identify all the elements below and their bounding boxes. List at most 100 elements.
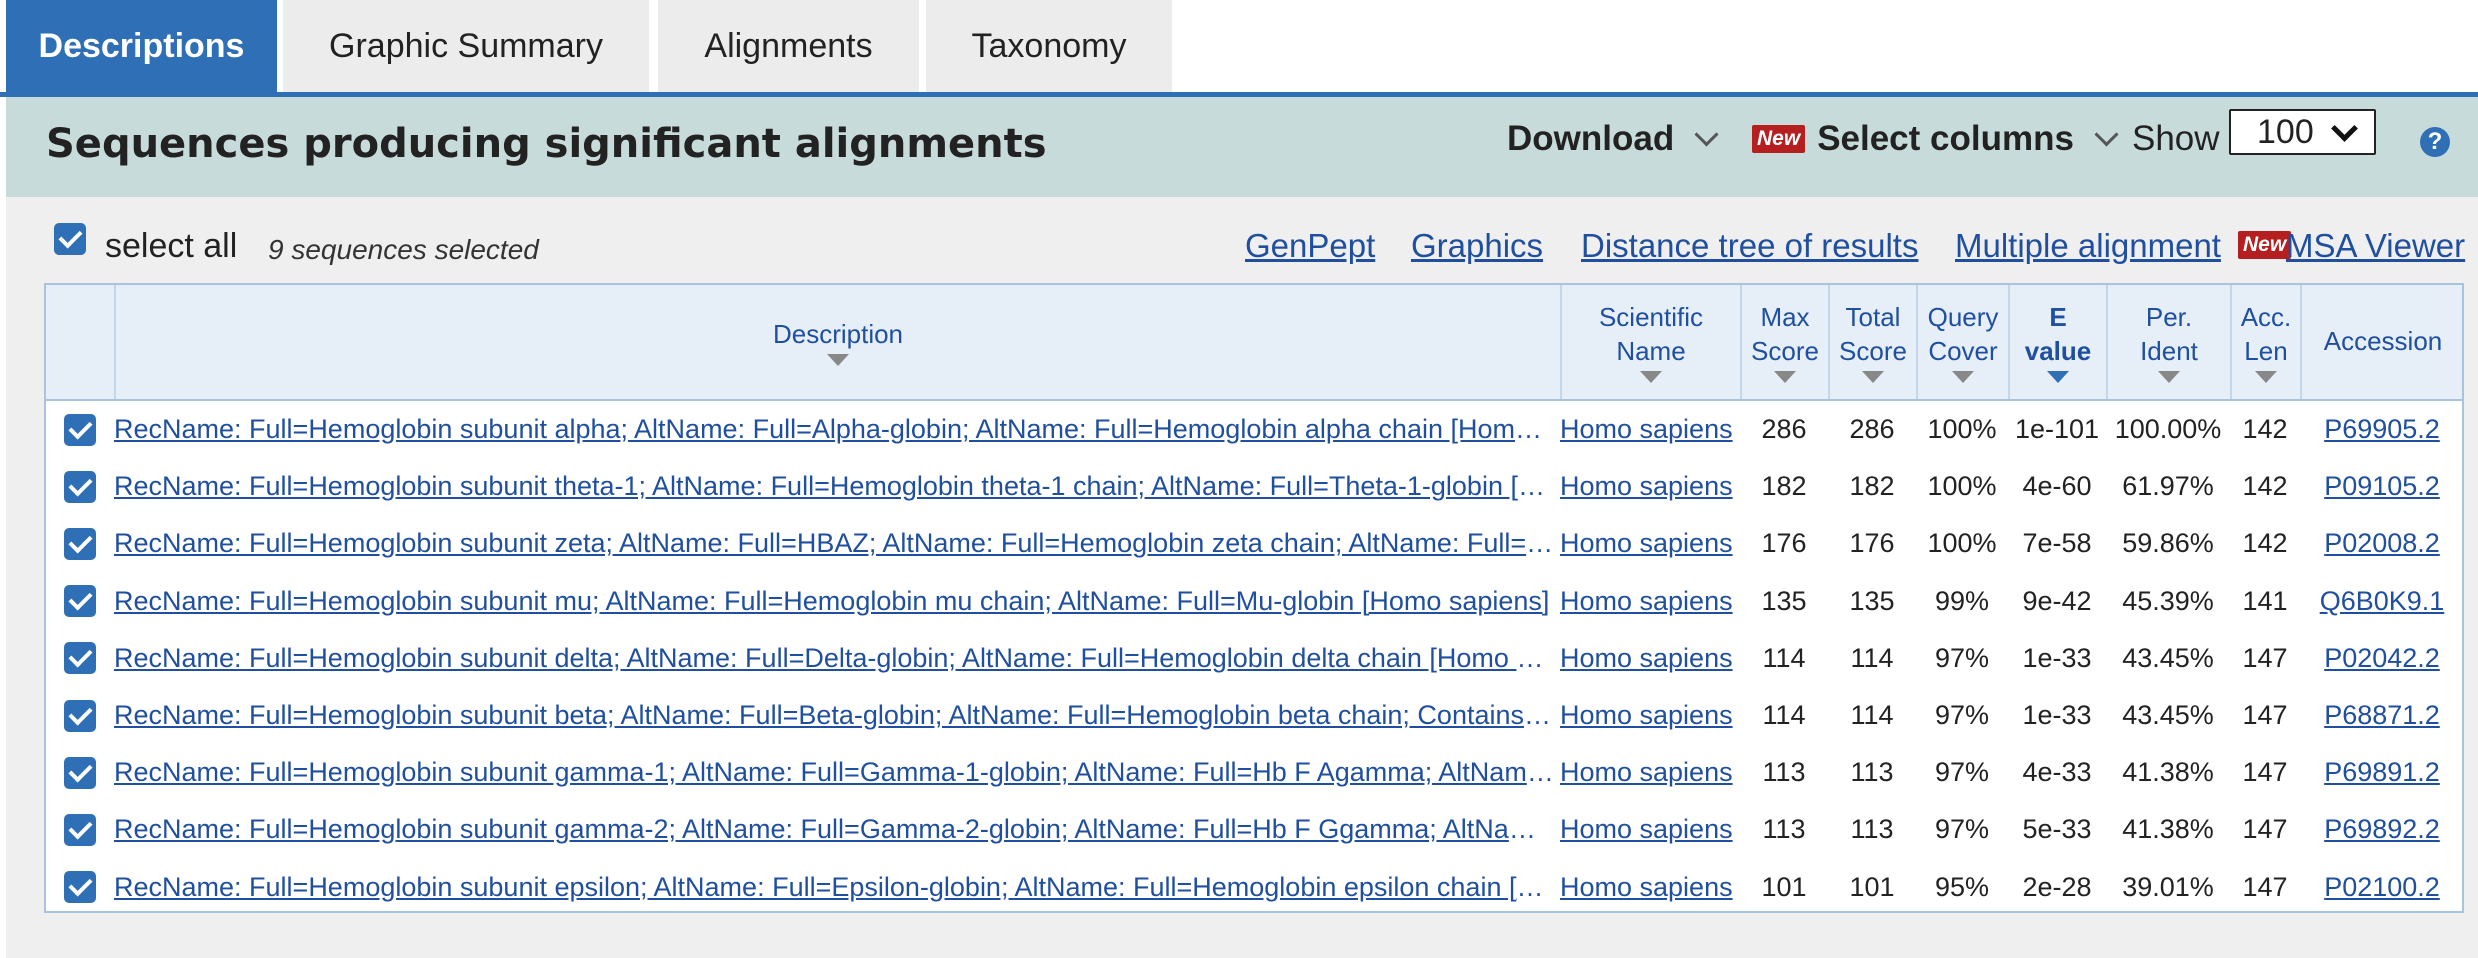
distance-tree-link[interactable]: Distance tree of results	[1581, 227, 1918, 265]
graphics-link[interactable]: Graphics	[1411, 227, 1543, 265]
row-select-cell	[46, 687, 114, 744]
max-score-cell: 286	[1761, 414, 1807, 444]
evalue-cell: 7e-58	[2022, 528, 2092, 559]
accession-link[interactable]: P68871.2	[2324, 700, 2440, 731]
select-columns-dropdown[interactable]: New Select columns	[1752, 119, 2119, 159]
description-cell: RecName: Full=Hemoglobin subunit delta; …	[114, 630, 1556, 687]
scientific-name-link[interactable]: Homo sapiens	[1560, 586, 1733, 617]
select-all-checkbox[interactable]	[54, 223, 86, 255]
accession-cell: P09105.2	[2300, 458, 2464, 515]
row-checkbox[interactable]	[64, 756, 96, 789]
description-link[interactable]: RecName: Full=Hemoglobin subunit beta; A…	[114, 700, 1556, 731]
header-label: Acc.	[2240, 302, 2292, 333]
scientific-name-link[interactable]: Homo sapiens	[1560, 528, 1733, 559]
row-checkbox[interactable]	[64, 642, 96, 675]
query-cover-cell: 97%	[1934, 642, 1990, 673]
row-checkbox[interactable]	[64, 871, 96, 904]
description-link[interactable]: RecName: Full=Hemoglobin subunit alpha; …	[114, 414, 1556, 445]
show-count-value: 100	[2257, 112, 2314, 151]
description-cell: RecName: Full=Hemoglobin subunit beta; A…	[114, 687, 1556, 744]
scientific-name-link[interactable]: Homo sapiens	[1560, 757, 1733, 788]
header-evalue[interactable]: E value	[2008, 285, 2106, 399]
accession-link[interactable]: P09105.2	[2324, 471, 2440, 502]
header-accession[interactable]: Accession	[2300, 285, 2464, 399]
msa-viewer-link[interactable]: MSA Viewer	[2286, 227, 2465, 265]
accession-link[interactable]: P02042.2	[2324, 643, 2440, 674]
genpept-link[interactable]: GenPept	[1245, 227, 1375, 265]
row-checkbox[interactable]	[64, 585, 96, 618]
description-cell: RecName: Full=Hemoglobin subunit gamma-2…	[114, 801, 1556, 858]
query-cover-cell: 100%	[1927, 528, 1997, 559]
row-checkbox[interactable]	[64, 470, 96, 503]
download-dropdown[interactable]: Download	[1507, 119, 1719, 159]
accession-link[interactable]: Q6B0K9.1	[2320, 586, 2445, 617]
scientific-name-link[interactable]: Homo sapiens	[1560, 643, 1733, 674]
per-ident-cell: 61.97%	[2122, 471, 2214, 502]
per-ident-cell: 39.01%	[2122, 871, 2214, 902]
accession-link[interactable]: P02008.2	[2324, 528, 2440, 559]
header-description[interactable]: Description	[114, 285, 1560, 399]
description-cell: RecName: Full=Hemoglobin subunit epsilon…	[114, 859, 1556, 916]
total-score-cell: 176	[1849, 528, 1895, 559]
max-score-cell: 176	[1761, 528, 1807, 559]
row-checkbox[interactable]	[64, 813, 96, 846]
scientific-name-link[interactable]: Homo sapiens	[1560, 814, 1733, 845]
sort-arrow-icon	[2255, 370, 2277, 383]
select-all-label[interactable]: select all	[105, 227, 237, 266]
scientific-name-link[interactable]: Homo sapiens	[1560, 471, 1733, 502]
acc-len-cell: 147	[2242, 642, 2288, 673]
accession-link[interactable]: P69905.2	[2324, 414, 2440, 445]
row-checkbox[interactable]	[64, 527, 96, 560]
header-label: Query	[1927, 302, 1999, 333]
row-checkbox[interactable]	[64, 699, 96, 732]
query-cover-cell: 99%	[1934, 585, 1990, 616]
table-row: RecName: Full=Hemoglobin subunit zeta; A…	[46, 515, 2462, 572]
accession-link[interactable]: P02100.2	[2324, 872, 2440, 903]
header-total-score[interactable]: Total Score	[1828, 285, 1916, 399]
row-select-cell	[46, 630, 114, 687]
accession-link[interactable]: P69892.2	[2324, 814, 2440, 845]
per-ident-cell: 41.38%	[2122, 757, 2214, 788]
max-score-cell: 182	[1761, 471, 1807, 502]
header-max-score[interactable]: Max Score	[1740, 285, 1828, 399]
description-link[interactable]: RecName: Full=Hemoglobin subunit epsilon…	[114, 872, 1556, 903]
tab-descriptions[interactable]: Descriptions	[6, 0, 277, 92]
row-select-cell	[46, 744, 114, 801]
scientific-name-link[interactable]: Homo sapiens	[1560, 700, 1733, 731]
header-per-ident[interactable]: Per. Ident	[2106, 285, 2230, 399]
per-ident-cell: 100.00%	[2114, 414, 2222, 444]
description-link[interactable]: RecName: Full=Hemoglobin subunit gamma-2…	[114, 814, 1556, 845]
tab-alignments[interactable]: Alignments	[658, 0, 919, 92]
row-select-cell	[46, 401, 114, 458]
description-link[interactable]: RecName: Full=Hemoglobin subunit gamma-1…	[114, 757, 1556, 788]
header-acc-len[interactable]: Acc. Len	[2230, 285, 2300, 399]
show-count-select[interactable]: 100	[2229, 109, 2376, 155]
description-link[interactable]: RecName: Full=Hemoglobin subunit zeta; A…	[114, 528, 1556, 559]
description-link[interactable]: RecName: Full=Hemoglobin subunit theta-1…	[114, 471, 1556, 502]
max-score-cell: 135	[1761, 585, 1807, 616]
acc-len-cell: 147	[2242, 757, 2288, 788]
scientific-name-link[interactable]: Homo sapiens	[1560, 414, 1733, 445]
acc-len-cell: 142	[2242, 471, 2288, 502]
multiple-alignment-link[interactable]: Multiple alignment	[1955, 227, 2221, 265]
scientific_name-cell: Homo sapiens	[1560, 573, 1740, 630]
row-checkbox[interactable]	[64, 413, 96, 446]
scientific-name-link[interactable]: Homo sapiens	[1560, 872, 1733, 903]
accession-cell: P02008.2	[2300, 515, 2464, 572]
help-icon[interactable]: ?	[2420, 127, 2450, 157]
sort-arrow-icon	[2158, 370, 2180, 383]
description-cell: RecName: Full=Hemoglobin subunit zeta; A…	[114, 515, 1556, 572]
scientific_name-cell: Homo sapiens	[1560, 630, 1740, 687]
selected-count: 9 sequences selected	[268, 234, 539, 265]
header-scientific-name[interactable]: Scientific Name	[1560, 285, 1740, 399]
header-label: Score	[1751, 336, 1819, 366]
header-query-cover[interactable]: Query Cover	[1916, 285, 2008, 399]
description-link[interactable]: RecName: Full=Hemoglobin subunit delta; …	[114, 643, 1556, 674]
table-row: RecName: Full=Hemoglobin subunit epsilon…	[46, 859, 2462, 916]
accession-link[interactable]: P69891.2	[2324, 757, 2440, 788]
description-link[interactable]: RecName: Full=Hemoglobin subunit mu; Alt…	[114, 586, 1556, 617]
tab-graphic-summary[interactable]: Graphic Summary	[283, 0, 649, 92]
tab-taxonomy[interactable]: Taxonomy	[926, 0, 1172, 92]
total-score-cell: 114	[1850, 700, 1894, 730]
header-label: E	[2049, 302, 2067, 333]
